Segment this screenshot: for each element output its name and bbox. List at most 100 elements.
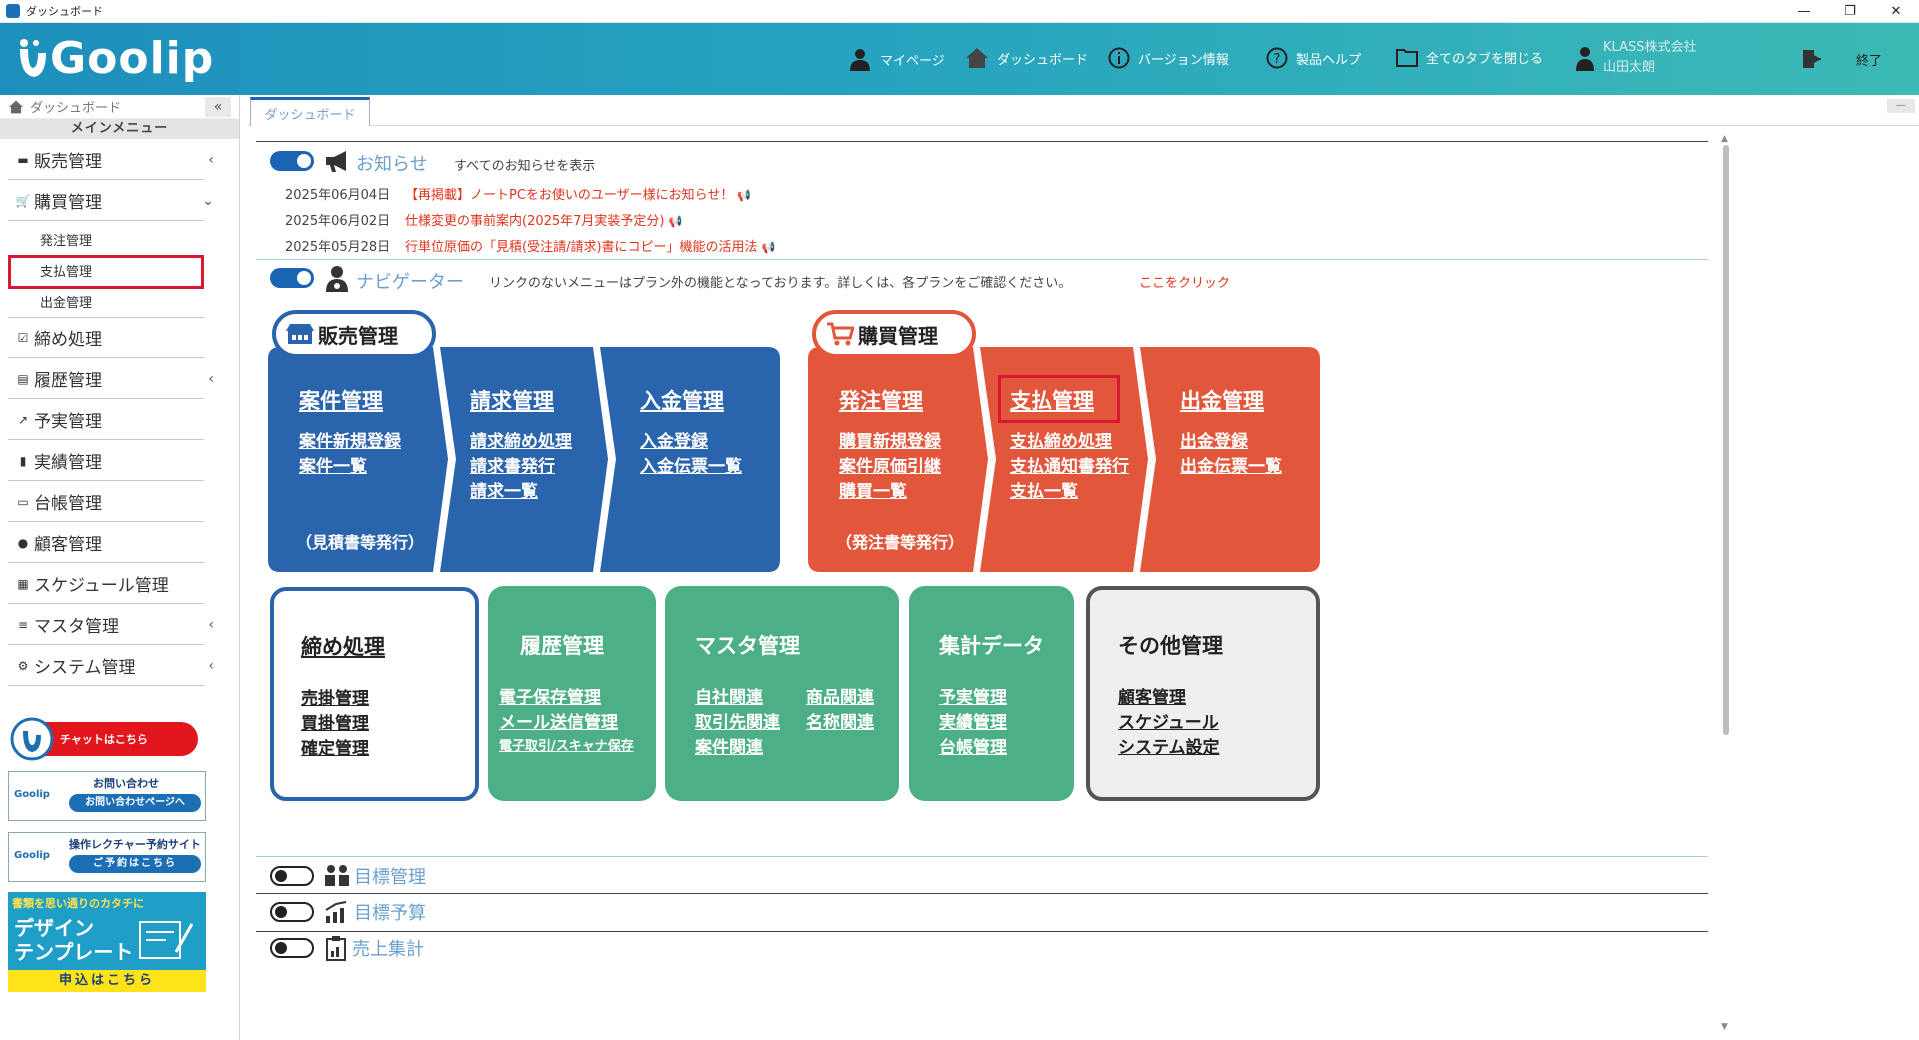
link-shiharai-notice[interactable]: 支払通知書発行 — [1010, 452, 1129, 477]
link-kobai-new[interactable]: 購買新規登録 — [839, 427, 941, 452]
notice-item[interactable]: 2025年05月28日 行単位原価の「見積(受注請/請求)書にコピー」機能の活用法… — [285, 236, 775, 255]
lecture-banner[interactable]: Goolip 操作レクチャー予約サイト ご予約はこちら — [8, 832, 206, 882]
lecture-title: 操作レクチャー予約サイト — [69, 838, 201, 851]
section-target-budget[interactable]: 目標予算 — [270, 899, 426, 925]
sales-group-text: 販売管理 — [318, 323, 398, 348]
notice-item[interactable]: 2025年06月02日 仕様変更の事前案内(2025年7月実装予定分) 📢 — [285, 210, 682, 229]
nav-help[interactable]: ? 製品ヘルプ — [1266, 47, 1361, 69]
user-info[interactable]: KLASS株式会社 山田太朗 — [1575, 38, 1696, 78]
target-budget-toggle[interactable] — [270, 902, 314, 922]
sidebar-item-ledger[interactable]: ▭ 台帳管理 — [8, 482, 204, 522]
link-kobai-list[interactable]: 購買一覧 — [839, 477, 907, 502]
sidebar-item-closing[interactable]: ☑ 締め処理 — [8, 318, 204, 358]
notice-text[interactable]: 【再掲載】ノートPCをお使いのユーザー様にお知らせ！ — [405, 188, 733, 203]
link-nyukin-new[interactable]: 入金登録 — [640, 427, 708, 452]
sidebar-item-budget[interactable]: ↗ 予実管理 — [8, 400, 204, 440]
scroll-up-icon[interactable]: ▲ — [1721, 134, 1728, 144]
link-yojitsu[interactable]: 予実管理 — [939, 683, 1007, 708]
scroll-down-icon[interactable]: ▼ — [1721, 1022, 1728, 1032]
contact-banner[interactable]: Goolip お問い合わせ お問い合わせページへ — [8, 771, 206, 821]
card-title-anken[interactable]: 案件管理 — [299, 385, 383, 415]
link-shiharai-close[interactable]: 支払締め処理 — [1010, 427, 1112, 452]
link-anken-kanren[interactable]: 案件関連 — [695, 733, 763, 758]
link-kokyaku[interactable]: 顧客管理 — [1118, 683, 1186, 708]
link-kaikake[interactable]: 買掛管理 — [301, 709, 369, 734]
notice-toggle[interactable] — [270, 151, 314, 171]
link-shohin[interactable]: 商品関連 — [806, 683, 874, 708]
section-sales-agg[interactable]: 売上集計 — [270, 935, 424, 961]
link-seikyu-list[interactable]: 請求一覧 — [470, 477, 538, 502]
card-title-nyukin[interactable]: 入金管理 — [640, 385, 724, 415]
exit-button[interactable]: 終了 — [1856, 50, 1882, 69]
nav-version[interactable]: バージョン情報 — [1108, 47, 1229, 69]
link-shukkin-list[interactable]: 出金伝票一覧 — [1180, 452, 1282, 477]
notice-text[interactable]: 行単位原価の「見積(受注請/請求)書にコピー」機能の活用法 — [405, 240, 758, 255]
link-nyukin-list[interactable]: 入金伝票一覧 — [640, 452, 742, 477]
goolip-logo[interactable]: Goolip — [16, 33, 214, 84]
sidebar-item-schedule[interactable]: ▦ スケジュール管理 — [8, 564, 204, 604]
restore-button[interactable]: ❐ — [1827, 0, 1873, 23]
sidebar-item-customer[interactable]: ● 顧客管理 — [8, 523, 204, 563]
chat-banner[interactable]: チャットはこちら — [10, 717, 198, 761]
show-all-notices-link[interactable]: すべてのお知らせを表示 — [454, 155, 595, 174]
link-system[interactable]: システム設定 — [1118, 733, 1220, 758]
link-genka-carry[interactable]: 案件原価引継 — [839, 452, 941, 477]
sidebar-subitem-order[interactable]: 発注管理 — [40, 230, 92, 249]
card-title-shiharai[interactable]: 支払管理 — [1010, 385, 1094, 415]
history-title: 履歴管理 — [520, 634, 604, 658]
link-anken-new[interactable]: 案件新規登録 — [299, 427, 401, 452]
sidebar-item-system[interactable]: ⚙ システム管理 ‹ — [8, 646, 214, 686]
link-anken-list[interactable]: 案件一覧 — [299, 452, 367, 477]
link-torihikisaki[interactable]: 取引先関連 — [695, 708, 780, 733]
nav-mypage[interactable]: マイページ — [848, 47, 945, 71]
contact-button[interactable]: お問い合わせページへ — [69, 794, 201, 812]
target-budget-label: 目標予算 — [354, 903, 426, 924]
notice-text[interactable]: 仕様変更の事前案内(2025年7月実装予定分) — [405, 214, 665, 229]
sidebar-item-purchase[interactable]: 🛒 購買管理 ⌄ — [8, 181, 214, 221]
section-target-mgmt[interactable]: 目標管理 — [270, 863, 426, 889]
design-banner-button[interactable]: 申込はこちら — [8, 970, 206, 992]
sales-agg-toggle[interactable] — [270, 938, 314, 958]
lecture-button[interactable]: ご予約はこちら — [69, 855, 201, 873]
link-denshi-torihiki[interactable]: 電子取引/スキャナ保存 — [499, 735, 634, 754]
sidebar-item-results[interactable]: ▮ 実績管理 — [8, 441, 204, 481]
link-seikyu-issue[interactable]: 請求書発行 — [470, 452, 555, 477]
tab-dashboard[interactable]: ダッシュボード — [250, 97, 370, 126]
nav-close-tabs[interactable]: 全てのタブを閉じる — [1396, 47, 1543, 67]
closing-title[interactable]: 締め処理 — [301, 631, 385, 661]
card-title-shukkin[interactable]: 出金管理 — [1180, 385, 1264, 415]
exit-icon[interactable] — [1801, 47, 1825, 71]
notice-item[interactable]: 2025年06月04日 【再掲載】ノートPCをお使いのユーザー様にお知らせ！ 📢 — [285, 184, 751, 203]
close-button[interactable]: ✕ — [1873, 0, 1919, 23]
minimize-button[interactable]: — — [1781, 0, 1827, 23]
minimize-panel-button[interactable]: — — [1887, 99, 1915, 113]
link-daicho[interactable]: 台帳管理 — [939, 733, 1007, 758]
link-shukkin-new[interactable]: 出金登録 — [1180, 427, 1248, 452]
plan-link[interactable]: ここをクリック — [1139, 272, 1230, 291]
target-mgmt-toggle[interactable] — [270, 866, 314, 886]
link-meisho[interactable]: 名称関連 — [806, 708, 874, 733]
help-icon: ? — [1266, 47, 1288, 69]
link-schedule[interactable]: スケジュール — [1118, 708, 1219, 733]
sidebar-item-master[interactable]: ≡ マスタ管理 ‹ — [8, 605, 214, 645]
link-kakutei[interactable]: 確定管理 — [301, 734, 369, 759]
sidebar-item-history[interactable]: ▤ 履歴管理 ‹ — [8, 359, 214, 399]
card-title-hachu[interactable]: 発注管理 — [839, 385, 923, 415]
navigator-toggle[interactable] — [270, 268, 314, 288]
link-shiharai-list[interactable]: 支払一覧 — [1010, 477, 1078, 502]
sidebar-subitem-withdrawal[interactable]: 出金管理 — [40, 292, 92, 311]
link-jisseki[interactable]: 実績管理 — [939, 708, 1007, 733]
link-jisha[interactable]: 自社関連 — [695, 683, 763, 708]
nav-dashboard[interactable]: ダッシュボード — [965, 47, 1088, 69]
link-mail-log[interactable]: メール送信管理 — [499, 708, 618, 733]
link-seikyu-close[interactable]: 請求締め処理 — [470, 427, 572, 452]
sidebar-collapse-button[interactable]: « — [205, 97, 231, 117]
link-urikake[interactable]: 売掛管理 — [301, 684, 369, 709]
window-title: ダッシュボード — [26, 5, 103, 18]
link-denshi-hozon[interactable]: 電子保存管理 — [499, 683, 601, 708]
other-box: その他管理 顧客管理 スケジュール システム設定 — [1086, 586, 1320, 801]
sidebar-item-sales[interactable]: ▬ 販売管理 ‹ — [8, 140, 214, 180]
scrollbar-thumb[interactable] — [1723, 145, 1729, 735]
card-title-seikyu[interactable]: 請求管理 — [470, 385, 554, 415]
design-template-banner[interactable]: 書類を思い通りのカタチに デザイン テンプレート 申込はこちら — [8, 892, 206, 992]
